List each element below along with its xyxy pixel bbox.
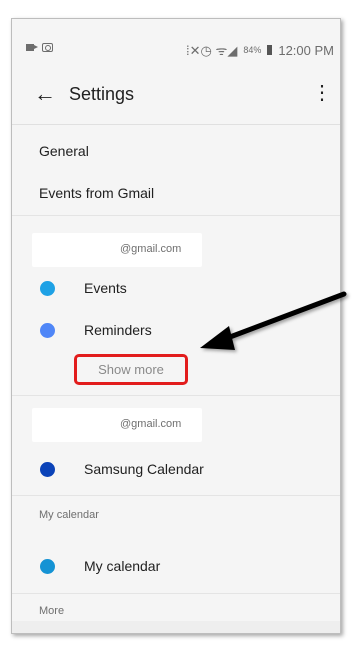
arrow-shape [200, 291, 347, 350]
annotation-arrow [200, 291, 347, 350]
